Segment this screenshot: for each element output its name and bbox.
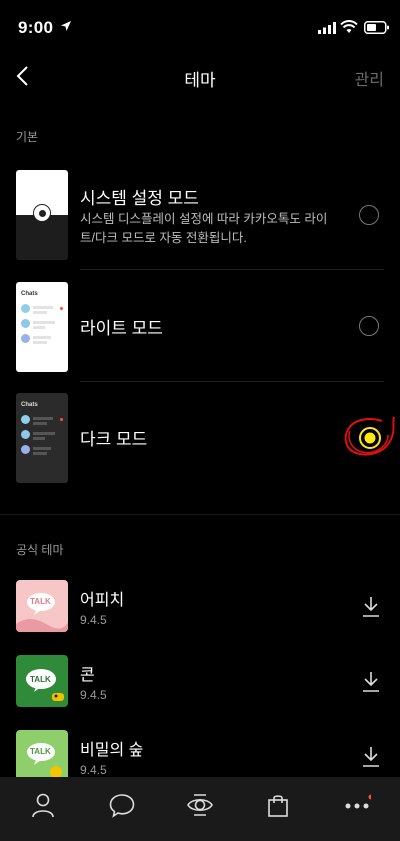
page-title: 테마 bbox=[184, 71, 216, 90]
radio-dark-mode-selected[interactable] bbox=[340, 411, 398, 463]
bottom-tab-bar bbox=[0, 777, 400, 841]
con-theme-thumbnail: TALK bbox=[16, 655, 68, 707]
download-icon[interactable] bbox=[361, 746, 381, 768]
battery-icon bbox=[364, 21, 389, 34]
official-theme-con[interactable]: TALK 콘 9.4.5 bbox=[0, 655, 400, 707]
theme-version: 9.4.5 bbox=[80, 763, 107, 777]
download-icon[interactable] bbox=[361, 671, 381, 693]
theme-row-system[interactable]: 시스템 설정 모드 시스템 디스플레이 설정에 따라 카카오톡도 라이트/다크 … bbox=[0, 170, 400, 270]
row-divider bbox=[80, 269, 384, 270]
chat-bubble-icon[interactable] bbox=[108, 791, 136, 819]
official-theme-apeach[interactable]: TALK 어피치 9.4.5 bbox=[0, 580, 400, 632]
wifi-icon bbox=[340, 20, 358, 33]
theme-title: 어피치 bbox=[80, 592, 125, 609]
status-time: 9:00 bbox=[18, 18, 54, 37]
location-arrow-icon bbox=[61, 21, 71, 31]
theme-version: 9.4.5 bbox=[80, 613, 107, 627]
section-label-official: 공식 테마 bbox=[16, 543, 64, 557]
talk-logo-text: TALK bbox=[30, 747, 51, 756]
apeach-theme-thumbnail: TALK bbox=[16, 580, 68, 632]
cellular-signal-icon bbox=[318, 22, 336, 34]
theme-title: 콘 bbox=[80, 667, 95, 684]
secret-forest-theme-thumbnail: TALK bbox=[16, 730, 68, 777]
theme-title: 비밀의 숲 bbox=[80, 742, 144, 759]
status-bar: 9:00 bbox=[0, 0, 400, 56]
row-divider bbox=[80, 381, 384, 382]
section-label-basic: 기본 bbox=[16, 130, 39, 144]
theme-title: 다크 모드 bbox=[80, 430, 148, 449]
more-icon[interactable] bbox=[343, 791, 371, 819]
manage-button[interactable]: 관리 bbox=[355, 66, 384, 90]
theme-title: 시스템 설정 모드 bbox=[80, 189, 199, 208]
system-mode-thumbnail bbox=[16, 170, 68, 260]
section-divider bbox=[0, 514, 400, 515]
navigation-bar: 테마 관리 bbox=[0, 56, 400, 96]
thumb-chats-label: Chats bbox=[21, 291, 38, 297]
theme-row-light[interactable]: Chats 라이트 모드 bbox=[0, 282, 400, 382]
download-icon[interactable] bbox=[361, 596, 381, 618]
radio-light-mode[interactable] bbox=[359, 316, 379, 336]
person-icon[interactable] bbox=[29, 791, 57, 819]
radio-system-mode[interactable] bbox=[359, 205, 379, 225]
talk-logo-text: TALK bbox=[30, 597, 51, 606]
eye-icon[interactable] bbox=[186, 791, 214, 819]
official-theme-secret-forest[interactable]: TALK 비밀의 숲 9.4.5 bbox=[0, 730, 400, 777]
theme-row-dark[interactable]: Chats 다크 모드 bbox=[0, 393, 400, 483]
thumb-chats-label: Chats bbox=[21, 402, 38, 408]
theme-title: 라이트 모드 bbox=[80, 319, 163, 338]
talk-logo-text: TALK bbox=[30, 675, 51, 684]
theme-version: 9.4.5 bbox=[80, 688, 107, 702]
dark-mode-thumbnail: Chats bbox=[16, 393, 68, 483]
light-mode-thumbnail: Chats bbox=[16, 282, 68, 372]
shopping-bag-icon[interactable] bbox=[264, 791, 292, 819]
half-circle-icon bbox=[33, 204, 51, 222]
theme-description: 시스템 디스플레이 설정에 따라 카카오톡도 라이트/다크 모드로 자동 전환됩… bbox=[80, 212, 328, 245]
